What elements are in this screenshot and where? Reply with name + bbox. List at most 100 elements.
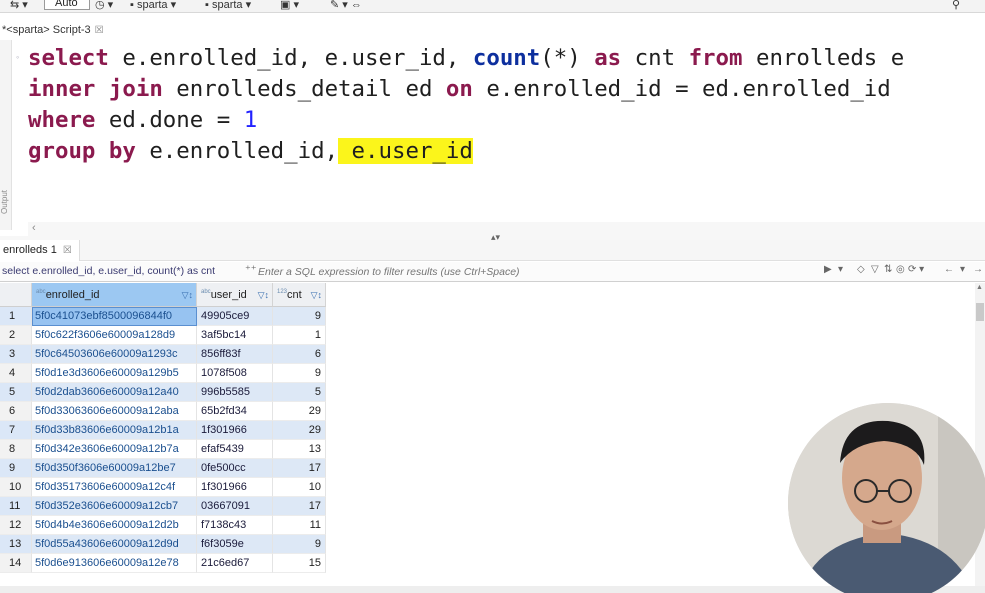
apply-filter-icon[interactable]: ▶ xyxy=(824,264,832,275)
row-number[interactable]: 8 xyxy=(0,440,32,459)
cell-enrolled-id[interactable]: 5f0c64503606e60009a1293c xyxy=(32,345,197,364)
cell-cnt[interactable]: 29 xyxy=(273,421,326,440)
row-number[interactable]: 5 xyxy=(0,383,32,402)
history-dropdown-icon[interactable]: ▾ xyxy=(838,264,843,275)
cell-cnt[interactable]: 9 xyxy=(273,535,326,554)
cell-user-id[interactable]: 03667091 xyxy=(197,497,273,516)
table-row[interactable]: 4 5f0d1e3d3606e60009a129b5 1078f508 9 xyxy=(0,364,326,383)
cell-enrolled-id[interactable]: 5f0d35173606e60009a12c4f xyxy=(32,478,197,497)
cell-cnt[interactable]: 15 xyxy=(273,554,326,573)
cell-cnt[interactable]: 6 xyxy=(273,345,326,364)
row-number[interactable]: 3 xyxy=(0,345,32,364)
cell-enrolled-id[interactable]: 5f0c622f3606e60009a128d9 xyxy=(32,326,197,345)
commit-icon[interactable]: ⇆ ▾ xyxy=(10,0,28,11)
row-number[interactable]: 2 xyxy=(0,326,32,345)
sort-icon[interactable]: ⇅ xyxy=(884,264,892,275)
row-number[interactable]: 10 xyxy=(0,478,32,497)
row-number[interactable]: 12 xyxy=(0,516,32,535)
cell-enrolled-id[interactable]: 5f0d55a43606e60009a12d9d xyxy=(32,535,197,554)
refresh-icon[interactable]: ⟳ ▾ xyxy=(908,264,924,275)
cell-enrolled-id[interactable]: 5f0d1e3d3606e60009a129b5 xyxy=(32,364,197,383)
cell-user-id[interactable]: 0fe500cc xyxy=(197,459,273,478)
cell-cnt[interactable]: 9 xyxy=(273,307,326,326)
row-number[interactable]: 1 xyxy=(0,307,32,326)
table-row[interactable]: 9 5f0d350f3606e60009a12be7 0fe500cc 17 xyxy=(0,459,326,478)
run-options-icon[interactable]: ✎ ▾ ⇔ xyxy=(330,0,362,11)
cell-enrolled-id[interactable]: 5f0d350f3606e60009a12be7 xyxy=(32,459,197,478)
transaction-mode-select[interactable]: Auto xyxy=(44,0,90,10)
table-row[interactable]: 5 5f0d2dab3606e60009a12a40 996b5585 5 xyxy=(0,383,326,402)
datasource-select[interactable]: ▪ sparta ▾ xyxy=(130,0,176,11)
row-number[interactable]: 7 xyxy=(0,421,32,440)
eraser-icon[interactable]: ◇ xyxy=(857,264,865,275)
cell-user-id[interactable]: 3af5bc14 xyxy=(197,326,273,345)
chevron-down-icon[interactable]: ▾ xyxy=(960,264,965,275)
settings-icon[interactable]: ◎ xyxy=(896,264,905,275)
tools-icon[interactable]: ▣ ▾ xyxy=(280,0,299,11)
table-row[interactable]: 14 5f0d6e913606e60009a12e78 21c6ed67 15 xyxy=(0,554,326,573)
cell-enrolled-id[interactable]: 5f0d33b83606e60009a12b1a xyxy=(32,421,197,440)
table-row[interactable]: 1 5f0c41073ebf8500096844f0 49905ce9 9 xyxy=(0,307,326,326)
table-row[interactable]: 6 5f0d33063606e60009a12aba 65b2fd34 29 xyxy=(0,402,326,421)
cell-cnt[interactable]: 5 xyxy=(273,383,326,402)
cell-user-id[interactable]: 1f301966 xyxy=(197,478,273,497)
row-number[interactable]: 6 xyxy=(0,402,32,421)
sort-icon[interactable]: ▽↕ xyxy=(258,283,269,307)
cell-cnt[interactable]: 9 xyxy=(273,364,326,383)
sql-editor[interactable]: ◦ select e.enrolled_id, e.user_id, count… xyxy=(16,42,985,220)
cell-cnt[interactable]: 13 xyxy=(273,440,326,459)
cell-cnt[interactable]: 11 xyxy=(273,516,326,535)
cell-user-id[interactable]: f7138c43 xyxy=(197,516,273,535)
cell-enrolled-id[interactable]: 5f0d342e3606e60009a12b7a xyxy=(32,440,197,459)
cell-cnt[interactable]: 17 xyxy=(273,497,326,516)
column-header-enrolled-id[interactable]: abcenrolled_id ▽↕ xyxy=(32,283,197,307)
table-row[interactable]: 7 5f0d33b83606e60009a12b1a 1f301966 29 xyxy=(0,421,326,440)
cell-user-id[interactable]: f6f3059e xyxy=(197,535,273,554)
sort-icon[interactable]: ▽↕ xyxy=(182,283,193,307)
cell-enrolled-id[interactable]: 5f0d352e3606e60009a12cb7 xyxy=(32,497,197,516)
cell-enrolled-id[interactable]: 5f0d4b4e3606e60009a12d2b xyxy=(32,516,197,535)
table-row[interactable]: 2 5f0c622f3606e60009a128d9 3af5bc14 1 xyxy=(0,326,326,345)
cell-enrolled-id[interactable]: 5f0d2dab3606e60009a12a40 xyxy=(32,383,197,402)
close-icon[interactable]: ☒ xyxy=(63,245,72,256)
cell-user-id[interactable]: 1f301966 xyxy=(197,421,273,440)
row-number-header[interactable] xyxy=(0,283,32,307)
scrollbar-thumb[interactable] xyxy=(976,303,984,321)
cell-cnt[interactable]: 29 xyxy=(273,402,326,421)
cell-user-id[interactable]: 996b5585 xyxy=(197,383,273,402)
row-number[interactable]: 9 xyxy=(0,459,32,478)
row-number[interactable]: 14 xyxy=(0,554,32,573)
cell-enrolled-id[interactable]: 5f0d6e913606e60009a12e78 xyxy=(32,554,197,573)
table-row[interactable]: 10 5f0d35173606e60009a12c4f 1f301966 10 xyxy=(0,478,326,497)
sort-icon[interactable]: ▽↕ xyxy=(311,283,322,307)
cell-cnt[interactable]: 17 xyxy=(273,459,326,478)
editor-horizontal-scrollbar[interactable]: ‹ xyxy=(28,222,985,236)
fold-icon[interactable]: ◦ xyxy=(16,52,24,62)
table-row[interactable]: 11 5f0d352e3606e60009a12cb7 03667091 17 xyxy=(0,497,326,516)
tab-script-3[interactable]: *<sparta> Script-3 ☒ xyxy=(0,20,118,40)
cell-enrolled-id[interactable]: 5f0d33063606e60009a12aba xyxy=(32,402,197,421)
tab-results-enrolleds[interactable]: enrolleds 1 ☒ xyxy=(0,240,80,261)
cell-user-id[interactable]: efaf5439 xyxy=(197,440,273,459)
filter-input[interactable] xyxy=(258,264,818,280)
table-row[interactable]: 12 5f0d4b4e3606e60009a12d2b f7138c43 11 xyxy=(0,516,326,535)
output-panel-label[interactable]: Output xyxy=(0,190,10,214)
row-number[interactable]: 11 xyxy=(0,497,32,516)
row-number[interactable]: 13 xyxy=(0,535,32,554)
close-icon[interactable]: ☒ xyxy=(95,25,104,36)
column-header-cnt[interactable]: 123cnt ▽↕ xyxy=(273,283,326,307)
scroll-left-icon[interactable]: ‹ xyxy=(32,222,36,234)
schema-select[interactable]: ▪ sparta ▾ xyxy=(205,0,251,11)
cell-user-id[interactable]: 1078f508 xyxy=(197,364,273,383)
table-row[interactable]: 3 5f0c64503606e60009a1293c 856ff83f 6 xyxy=(0,345,326,364)
cell-user-id[interactable]: 21c6ed67 xyxy=(197,554,273,573)
cell-cnt[interactable]: 1 xyxy=(273,326,326,345)
cell-user-id[interactable]: 49905ce9 xyxy=(197,307,273,326)
table-row[interactable]: 8 5f0d342e3606e60009a12b7a efaf5439 13 xyxy=(0,440,326,459)
history-icon[interactable]: ◷ ▾ xyxy=(95,0,113,11)
column-header-user-id[interactable]: abcuser_id ▽↕ xyxy=(197,283,273,307)
back-icon[interactable]: ← xyxy=(944,264,954,275)
cell-user-id[interactable]: 856ff83f xyxy=(197,345,273,364)
filter-icon[interactable]: ▽ xyxy=(871,264,879,275)
table-row[interactable]: 13 5f0d55a43606e60009a12d9d f6f3059e 9 xyxy=(0,535,326,554)
